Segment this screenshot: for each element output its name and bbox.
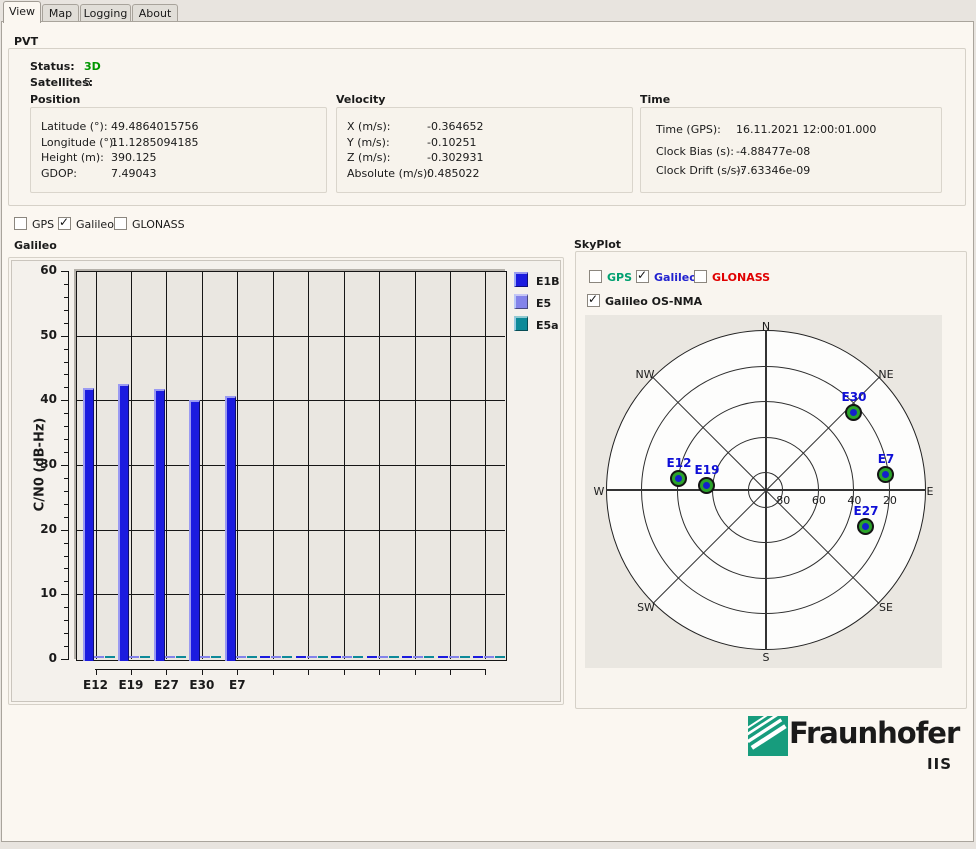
satellite-core-E30 <box>850 409 857 416</box>
satellite-label-E27: E27 <box>850 504 882 518</box>
compass-label-NE: NE <box>871 368 901 381</box>
compass-label-E: E <box>915 485 945 498</box>
satellite-label-E7: E7 <box>870 452 902 466</box>
compass-label-NW: NW <box>630 368 660 381</box>
satellite-core-E7 <box>882 471 889 478</box>
compass-label-S: S <box>751 651 781 664</box>
tab-view[interactable]: View <box>3 1 41 23</box>
skyplot-render-layer: 80604020NNEESESSWWNWE12E19E30E7E27 <box>0 0 976 849</box>
satellite-marker-E27 <box>857 518 874 535</box>
application-window: View Map Logging About PVT Status: 3D Sa… <box>0 0 976 849</box>
compass-label-N: N <box>751 320 781 333</box>
compass-label-SE: SE <box>871 601 901 614</box>
satellite-marker-E19 <box>698 477 715 494</box>
compass-label-W: W <box>584 485 614 498</box>
satellite-marker-E30 <box>845 404 862 421</box>
satellite-label-E30: E30 <box>838 390 870 404</box>
satellite-core-E19 <box>703 482 710 489</box>
satellite-core-E12 <box>675 475 682 482</box>
satellite-core-E27 <box>862 523 869 530</box>
compass-label-SW: SW <box>631 601 661 614</box>
satellite-label-E19: E19 <box>691 463 723 477</box>
satellite-marker-E12 <box>670 470 687 487</box>
satellite-marker-E7 <box>877 466 894 483</box>
